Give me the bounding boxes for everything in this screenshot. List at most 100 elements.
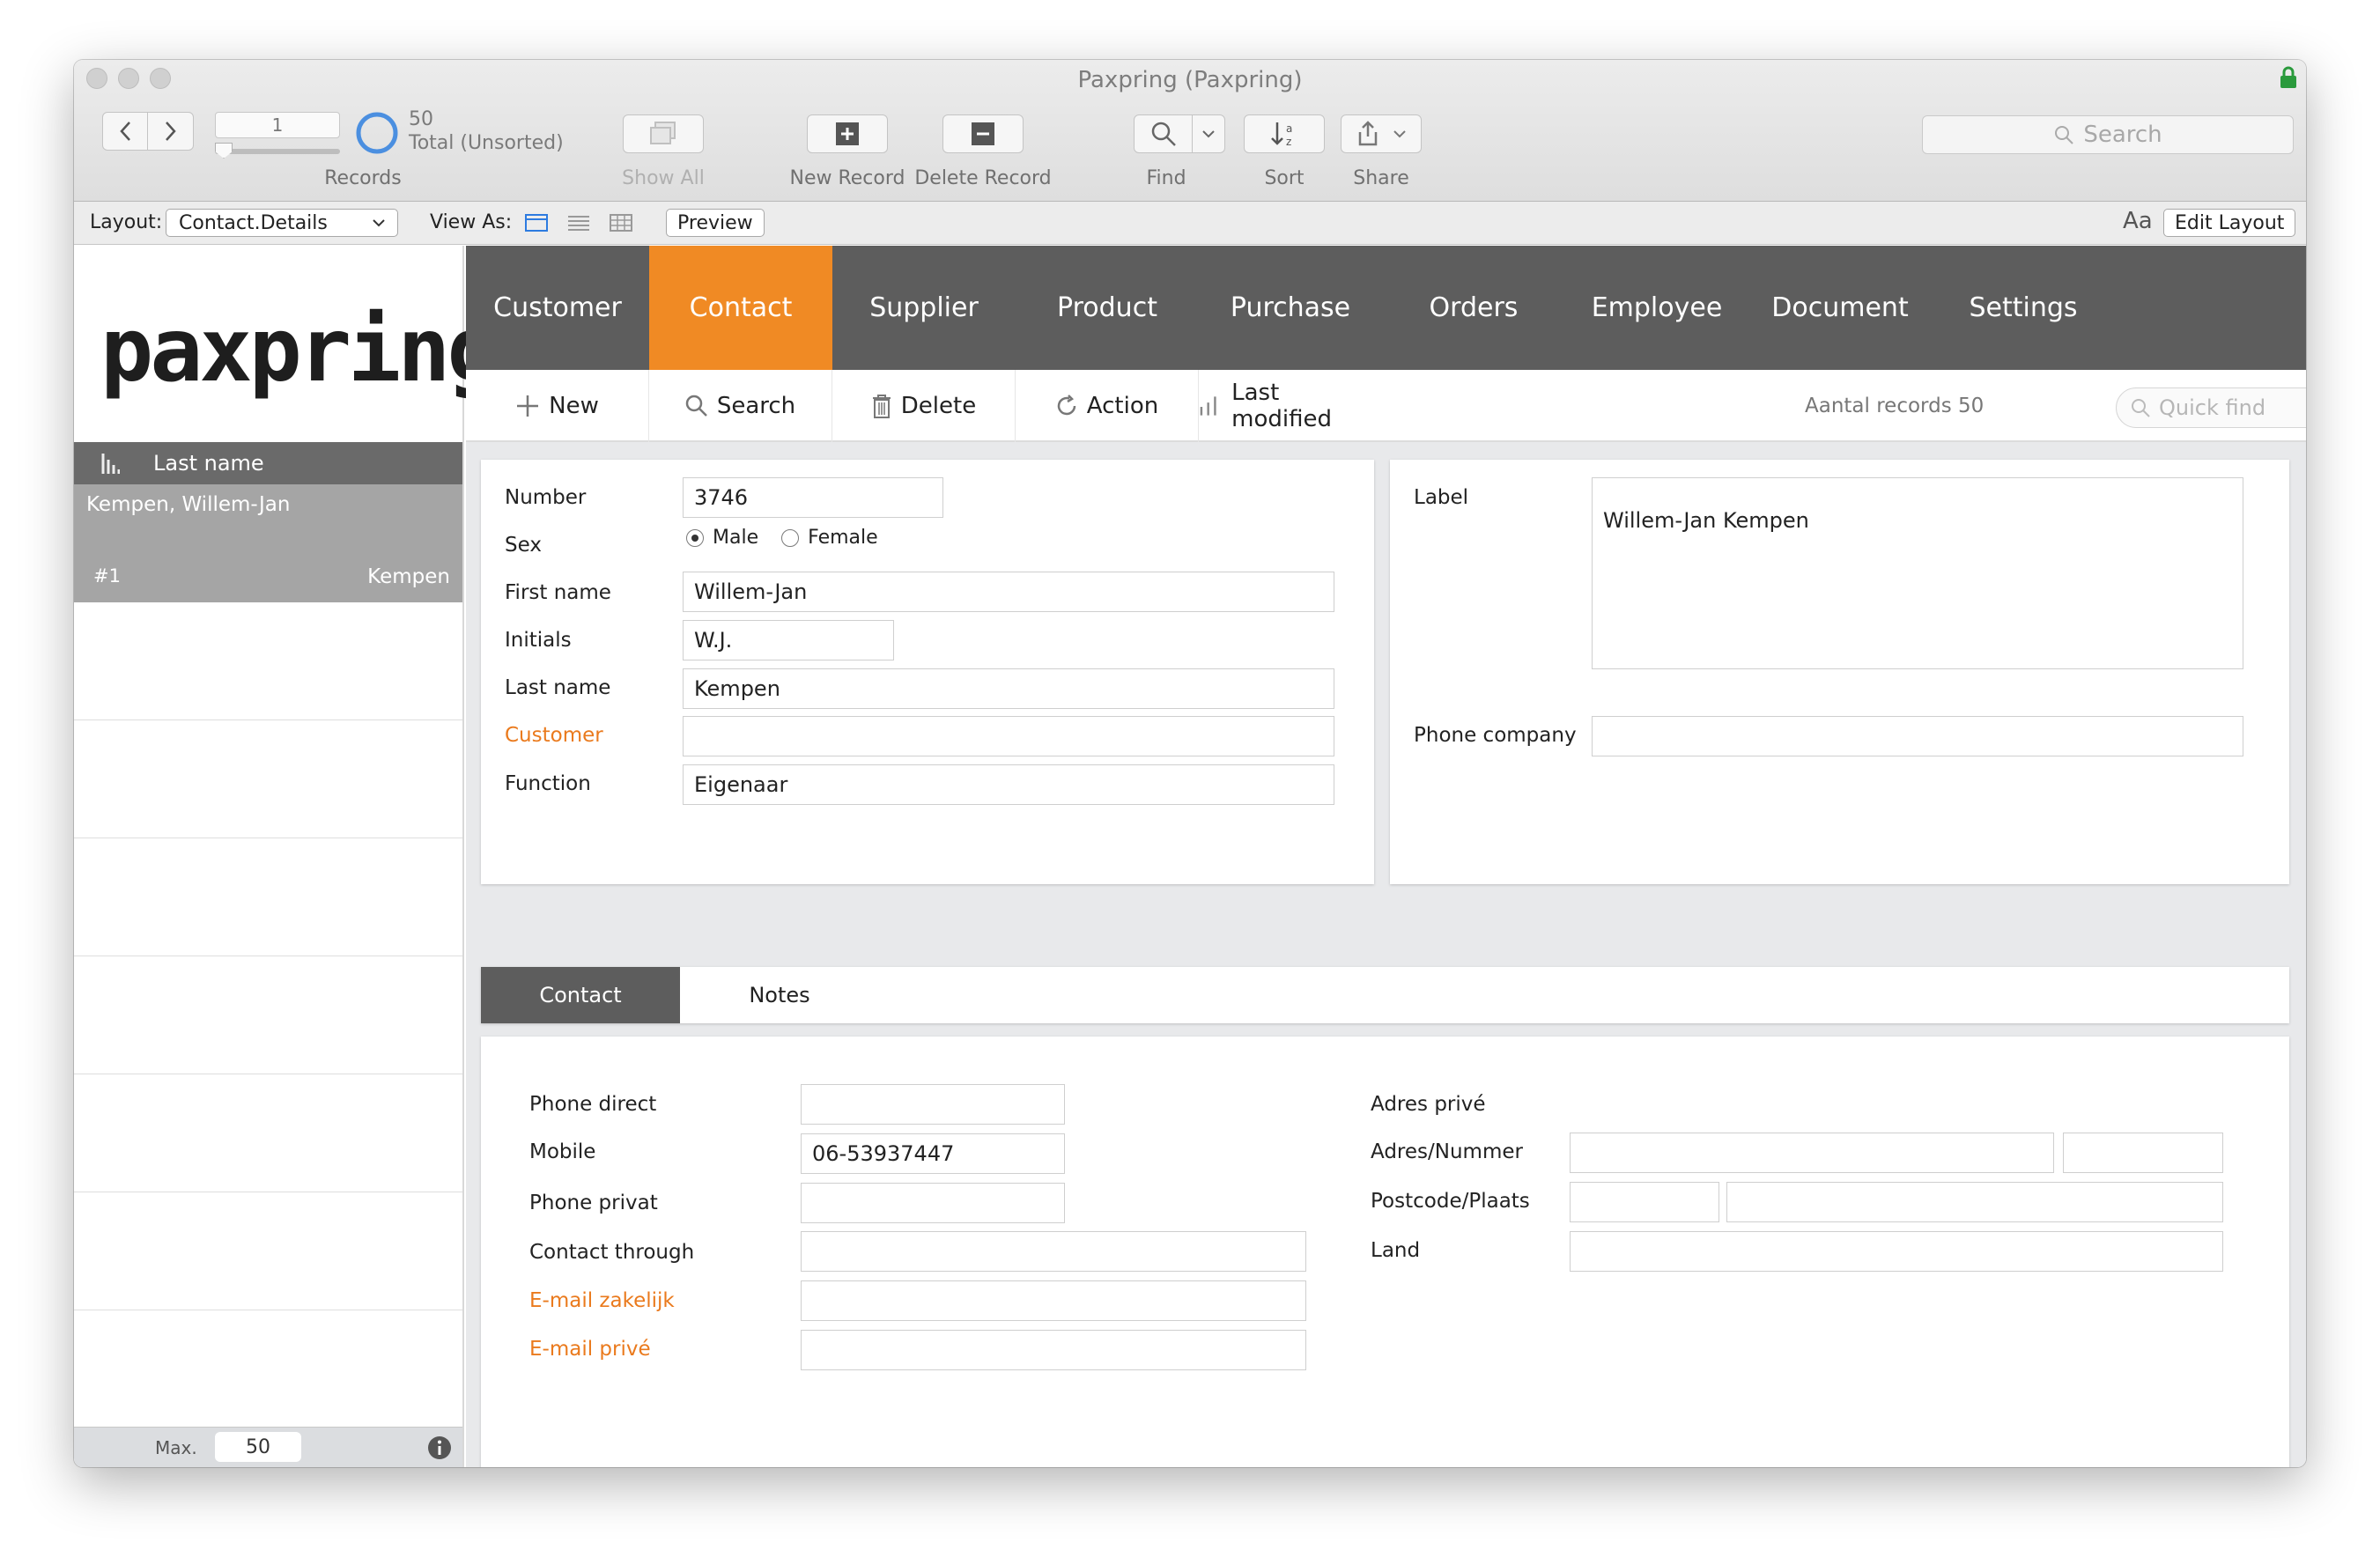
email-business-field[interactable] [801,1280,1306,1321]
nav-purchase[interactable]: Purchase [1199,246,1382,370]
label-field[interactable]: Willem-Jan Kempen [1592,477,2243,669]
contact-through-field[interactable] [801,1231,1306,1272]
list-item-selected[interactable]: Kempen, Willem-Jan #1 Kempen [74,484,462,602]
paxpring-logo: paxpring® [100,299,513,402]
tab-contact[interactable]: Contact [481,967,680,1023]
delete-record-label: Delete Record [914,167,1052,189]
action-button[interactable]: Action [1016,370,1199,442]
nav-contact[interactable]: Contact [649,246,832,370]
phone-direct-field[interactable] [801,1084,1065,1125]
prev-record-button[interactable] [103,113,149,150]
email-private-field[interactable] [801,1330,1306,1370]
text-size-icon[interactable]: Aa [2123,208,2153,234]
new-record-button[interactable] [807,114,888,153]
nav-orders[interactable]: Orders [1382,246,1565,370]
house-number-field[interactable] [2063,1133,2223,1173]
table-view-icon[interactable] [610,214,632,232]
layout-value: Contact.Details [179,211,328,234]
sex-male-radio[interactable] [686,528,704,547]
nav-settings[interactable]: Settings [1932,246,2115,370]
phone-direct-label: Phone direct [529,1093,657,1116]
phone-privat-field[interactable] [801,1183,1065,1223]
search-placeholder: Search [2083,122,2162,148]
number-field[interactable]: 3746 [683,477,943,518]
address-number-label: Adres/Nummer [1371,1140,1523,1163]
last-name-field[interactable]: Kempen [683,668,1334,709]
delete-button[interactable]: Delete [832,370,1016,442]
postcode-field[interactable] [1570,1182,1719,1222]
nav-document[interactable]: Document [1748,246,1932,370]
function-field[interactable]: Eigenaar [683,764,1334,805]
city-field[interactable] [1726,1182,2223,1222]
slider-handle[interactable] [215,143,233,159]
nav-employee[interactable]: Employee [1565,246,1748,370]
sort-button[interactable]: az [1244,114,1325,153]
sex-female-radio[interactable] [781,528,800,547]
customer-field[interactable] [683,716,1334,756]
list-item[interactable] [74,1074,462,1192]
list-header[interactable]: Last name [74,442,462,484]
list-item[interactable] [74,1192,462,1310]
list-item[interactable] [74,720,462,838]
nav-product[interactable]: Product [1016,246,1199,370]
action-bar: New Search Delete Action Last modified A… [466,370,2306,442]
email-business-label[interactable]: E-mail zakelijk [529,1289,675,1312]
form-view-icon[interactable] [525,214,548,232]
record-progress-ring [356,112,398,154]
nav-customer[interactable]: Customer [466,246,649,370]
show-all-button[interactable] [623,114,704,153]
record-count: 50 [409,108,433,130]
find-button[interactable] [1134,114,1225,153]
search-button[interactable]: Search [649,370,832,442]
email-private-label[interactable]: E-mail privé [529,1338,651,1361]
list-item[interactable] [74,956,462,1074]
info-icon[interactable] [427,1435,452,1460]
quick-find-input[interactable]: Quick find [2116,387,2306,428]
list-footer: Max. 50 [74,1427,462,1467]
chevron-down-icon[interactable] [1201,129,1216,138]
share-label: Share [1353,167,1409,189]
street-field[interactable] [1570,1133,2054,1173]
nav-supplier[interactable]: Supplier [832,246,1016,370]
record-last-name: Kempen [367,565,450,588]
next-record-button[interactable] [148,113,193,150]
list-item[interactable] [74,602,462,720]
new-button[interactable]: New [466,370,649,442]
sex-female-label: Female [808,527,878,549]
customer-link-label[interactable]: Customer [505,724,603,747]
sex-radio-group: Male Female [686,527,878,549]
bar-chart-icon [1200,396,1216,416]
mobile-field[interactable]: 06-53937447 [801,1133,1065,1174]
list-header-label: Last name [153,451,264,476]
phone-company-field[interactable] [1592,716,2243,756]
max-label: Max. [155,1437,197,1458]
layout-select[interactable]: Contact.Details [166,209,398,237]
list-item[interactable] [74,838,462,956]
list-item[interactable] [74,1310,462,1428]
detail-tabs: Contact Notes [481,967,2289,1023]
address-private-label: Adres privé [1371,1093,1486,1116]
find-main[interactable] [1135,115,1193,152]
new-record-label: New Record [789,167,905,189]
records-count-text: Aantal records 50 [1805,395,1985,417]
last-modified-button[interactable]: Last modified [1199,370,1382,442]
tab-notes[interactable]: Notes [680,967,879,1023]
toolbar-search[interactable]: Search [1922,115,2294,154]
refresh-icon [1057,395,1076,416]
delete-record-button[interactable] [942,114,1024,153]
share-button[interactable] [1341,114,1422,153]
max-records-field[interactable]: 50 [215,1432,301,1462]
list-view-icon[interactable] [567,214,590,232]
app-window: Paxpring (Paxpring) 1 50 Total (Unsorted… [74,60,2306,1467]
initials-field[interactable]: W.J. [683,620,894,660]
edit-layout-button[interactable]: Edit Layout [2163,209,2296,237]
window-title: Paxpring (Paxpring) [1077,67,1303,93]
country-field[interactable] [1570,1231,2223,1272]
first-name-field[interactable]: Willem-Jan [683,572,1334,612]
sort-label: Sort [1264,167,1305,189]
preview-button[interactable]: Preview [666,209,765,237]
chevron-down-icon [373,218,385,226]
country-label: Land [1371,1239,1421,1262]
record-slider[interactable] [215,143,340,159]
record-number-field[interactable]: 1 [215,112,340,138]
